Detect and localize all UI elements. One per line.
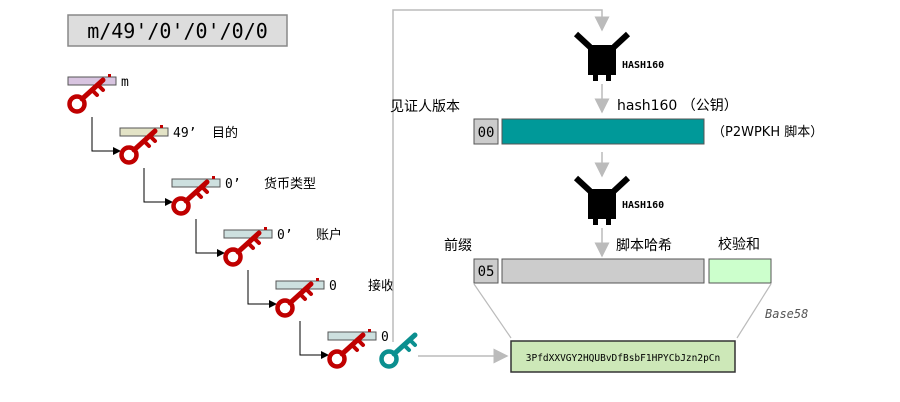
key-bar-tick	[160, 125, 163, 128]
hierarchy-level: m	[67, 74, 129, 155]
level-description: 账户	[316, 227, 342, 243]
hash160-bottom-icon	[576, 178, 628, 225]
level-description: 货币类型	[264, 176, 316, 192]
derivation-path-box: m/49'/0'/0'/0/0	[67, 14, 288, 47]
key-hierarchy: m 49’ 目的 0’ 货币类型 0’ 账户 0 接收 0	[68, 74, 415, 367]
level-index: 49’	[173, 126, 196, 141]
hierarchy-connector	[195, 219, 225, 257]
address-value: 3PfdXXVGY2HQUBvDfBsbF1HPYCbJzn2pCn	[526, 353, 720, 364]
key-bar	[67, 76, 117, 86]
key-bar-tick	[264, 227, 267, 230]
derivation-path-text: m/49'/0'/0'/0/0	[87, 19, 268, 43]
hierarchy-connector	[247, 270, 277, 308]
key-bar	[327, 331, 377, 341]
script-hash-box	[501, 258, 705, 284]
hierarchy-level: 0 接收	[275, 278, 394, 359]
key-bar	[119, 127, 169, 137]
diagram-svg: m/49'/0'/0'/0/0 m 49’ 目的 0’ 货币类型 0’ 账户 0 接收 0 HAS…	[0, 9, 823, 373]
level-index: 0	[329, 279, 337, 294]
prefix-value: 05	[478, 264, 495, 280]
witness-version-value: 00	[478, 125, 495, 141]
key-bar	[275, 280, 325, 290]
key-bar-tick	[368, 329, 371, 332]
pubkey-flow-line	[392, 9, 610, 342]
diagram-canvas: m/49'/0'/0'/0/0 m 49’ 目的 0’ 货币类型 0’ 账户 0 接收 0 HAS…	[0, 0, 900, 402]
p2wpkh-label: （P2WPKH 脚本）	[712, 124, 823, 140]
level-description: 接收	[368, 278, 394, 294]
key-bar	[223, 229, 273, 239]
hierarchy-level: 0’ 账户	[223, 227, 342, 308]
hash160-top-label: HASH160	[622, 60, 664, 71]
hierarchy-level: 0’ 货币类型	[171, 176, 316, 257]
level-index: 0’	[277, 228, 293, 243]
level-description: 目的	[212, 125, 238, 141]
key-bar	[171, 178, 221, 188]
checksum-box	[708, 258, 772, 284]
hierarchy-connector	[91, 117, 121, 155]
hierarchy-connector	[143, 168, 173, 206]
key-bar-tick	[108, 74, 111, 77]
level-index: 0	[381, 330, 389, 345]
base58-label: Base58	[765, 307, 808, 321]
hash160-pubkey-label: hash160 （公钥）	[617, 98, 738, 114]
script-hash-label: 脚本哈希	[616, 238, 672, 254]
key-bar-tick	[212, 176, 215, 179]
level-index: 0’	[225, 177, 241, 192]
level-index: m	[121, 75, 129, 90]
base58-left-line	[473, 283, 512, 339]
key-bar-tick	[316, 278, 319, 281]
checksum-label: 校验和	[718, 236, 760, 253]
pubkey-hash-box	[501, 118, 705, 145]
witness-version-label: 见证人版本	[390, 99, 460, 115]
hash160-bottom-label: HASH160	[622, 200, 664, 211]
prefix-label: 前缀	[444, 237, 472, 254]
hash160-top-icon	[576, 34, 628, 81]
hierarchy-connector	[299, 321, 329, 359]
hierarchy-level: 49’ 目的	[119, 125, 238, 206]
